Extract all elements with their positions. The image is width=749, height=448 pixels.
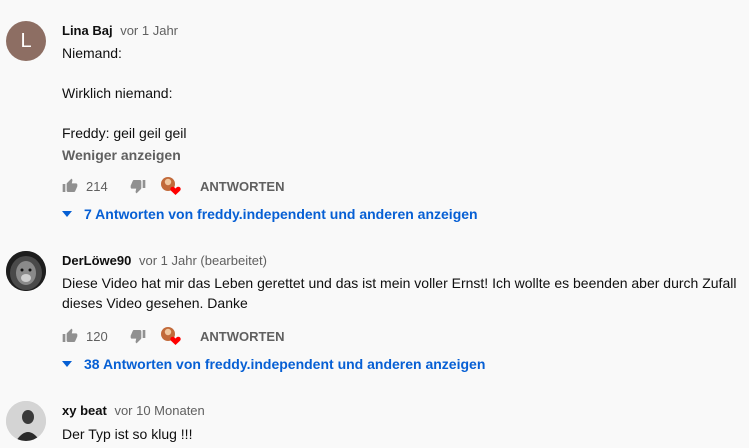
comment-line: Der Typ ist so klug !!!: [62, 426, 193, 442]
avatar[interactable]: [6, 401, 46, 441]
comment-3: xy beat vor 10 Monaten Der Typ ist so kl…: [0, 0, 749, 448]
comment-header: xy beat vor 10 Monaten: [62, 403, 205, 418]
comment-time[interactable]: vor 10 Monaten: [114, 403, 204, 418]
user-photo-avatar-image: [6, 401, 46, 441]
author-name[interactable]: xy beat: [62, 403, 107, 418]
